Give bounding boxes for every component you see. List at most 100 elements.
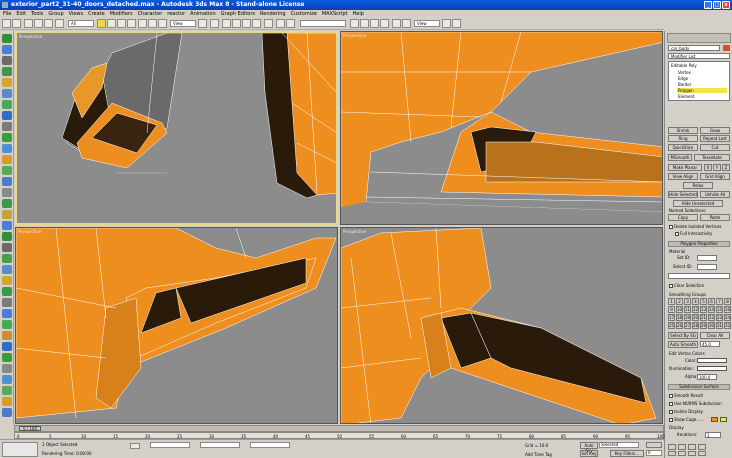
time-slider-thumb[interactable]: 0 / 100 (19, 426, 41, 431)
redo-icon[interactable] (12, 19, 21, 28)
tab-icon-30[interactable] (2, 353, 12, 362)
edit-named-selection-icon[interactable] (264, 19, 273, 28)
view-align-button[interactable]: View Align (668, 173, 698, 180)
unhide-all-button[interactable]: Unhide All (700, 191, 730, 198)
reference-coordinate-dropdown[interactable]: View (170, 20, 196, 27)
minimize-button[interactable]: _ (704, 1, 712, 9)
sg-button[interactable]: 23 (716, 314, 723, 321)
hide-unselected-button[interactable]: Hide Unselected (673, 200, 723, 207)
tab-icon-3[interactable] (2, 56, 12, 65)
viewport-label[interactable]: Perspective (18, 229, 41, 234)
tab-icon-2[interactable] (2, 45, 12, 54)
viewport-top-left[interactable]: Perspective (15, 31, 338, 225)
percent-snap-icon[interactable] (242, 19, 251, 28)
menu-help[interactable]: Help (352, 11, 363, 17)
window-crossing-icon[interactable] (127, 19, 136, 28)
use-nurms-checkbox[interactable]: Use NURMS Subdivision (669, 401, 722, 406)
playback-controls[interactable] (646, 442, 662, 448)
mirror-icon[interactable] (276, 19, 285, 28)
auto-smooth-threshold-field[interactable]: 45.0 (700, 341, 720, 347)
sg-button[interactable]: 16 (724, 306, 731, 313)
x-coord-field[interactable] (150, 442, 190, 448)
sg-button[interactable]: 10 (676, 306, 683, 313)
viewport-top-right[interactable]: Perspective (340, 31, 663, 225)
bind-spacewarp-icon[interactable] (44, 19, 53, 28)
copy-button[interactable]: Copy (668, 214, 698, 221)
tab-icon-19[interactable] (2, 232, 12, 241)
sg-button[interactable]: 22 (708, 314, 715, 321)
current-frame-field[interactable]: 0 (646, 450, 662, 456)
sg-button[interactable]: 9 (668, 306, 675, 313)
sg-button[interactable]: 8 (724, 298, 731, 305)
tab-icon-18[interactable] (2, 221, 12, 230)
sg-button[interactable]: 32 (724, 322, 731, 329)
clear-selection-checkbox[interactable]: Clear Selection (669, 283, 704, 288)
quick-render-icon[interactable] (402, 19, 411, 28)
tab-icon-25[interactable] (2, 298, 12, 307)
sg-button[interactable]: 25 (668, 322, 675, 329)
maximize-viewport-icon[interactable] (698, 451, 706, 456)
msmooth-button[interactable]: MSmooth (668, 154, 692, 161)
menu-character[interactable]: Character (138, 11, 163, 17)
smooth-result-checkbox[interactable]: Smooth Result (669, 393, 703, 398)
planar-x-button[interactable]: X (704, 164, 712, 171)
time-slider-track[interactable]: 0 / 100 (14, 425, 664, 432)
clear-all-button[interactable]: Clear All (700, 332, 730, 339)
shrink-button[interactable]: Shrink (668, 127, 698, 134)
menu-tools[interactable]: Tools (31, 11, 43, 17)
modifier-list-dropdown[interactable]: Modifier List (668, 53, 730, 59)
stack-item-vertex[interactable]: Vertex (678, 70, 691, 75)
lock-icon[interactable] (130, 443, 140, 449)
grow-button[interactable]: Grow (700, 127, 730, 134)
iterations-spinner[interactable]: 1 (705, 432, 721, 438)
tab-icon-13[interactable] (2, 166, 12, 175)
curve-editor-icon[interactable] (360, 19, 369, 28)
sg-button[interactable]: 29 (700, 322, 707, 329)
sg-button[interactable]: 5 (700, 298, 707, 305)
undo-icon[interactable] (2, 19, 11, 28)
menu-animation[interactable]: Animation (190, 11, 216, 17)
sg-button[interactable]: 19 (684, 314, 691, 321)
select-by-name-icon[interactable] (107, 19, 116, 28)
tab-icon-8[interactable] (2, 111, 12, 120)
sg-button[interactable]: 7 (716, 298, 723, 305)
tab-icon-26[interactable] (2, 309, 12, 318)
show-cage-checkbox[interactable]: Show Cage...... (669, 417, 704, 422)
viewport-label[interactable]: Perspective (343, 33, 366, 38)
polygon-properties-rollout[interactable]: Polygon Properties (668, 241, 730, 247)
tab-icon-10[interactable] (2, 133, 12, 142)
spinner-snap-icon[interactable] (252, 19, 261, 28)
menu-customize[interactable]: Customize (291, 11, 317, 17)
alpha-field[interactable]: 100.0 (697, 374, 717, 380)
region-select-icon[interactable] (117, 19, 126, 28)
sg-button[interactable]: 31 (716, 322, 723, 329)
vertex-color-swatch[interactable] (697, 358, 727, 363)
orbit-icon[interactable] (688, 451, 696, 456)
zoom-extents-all-icon[interactable] (698, 444, 706, 450)
key-filters-button[interactable]: Key Filters... (610, 450, 644, 457)
add-time-tag[interactable]: Add Time Tag (525, 452, 552, 457)
named-selection-sets-dropdown[interactable] (300, 20, 346, 27)
sg-button[interactable]: 1 (668, 298, 675, 305)
z-coord-field[interactable] (250, 442, 290, 448)
viewport-bottom-left[interactable]: Perspective (15, 227, 338, 424)
pivot-icon[interactable] (198, 19, 207, 28)
menu-rendering[interactable]: Rendering (260, 11, 286, 17)
modifier-stack[interactable]: Editable Poly Vertex Edge Border Polygon… (668, 61, 730, 101)
tab-icon-5[interactable] (2, 78, 12, 87)
tab-icon-4[interactable] (2, 67, 12, 76)
sg-button[interactable]: 18 (676, 314, 683, 321)
select-id-spinner[interactable] (697, 264, 717, 270)
menu-reactor[interactable]: reactor (167, 11, 185, 17)
render-last-icon[interactable] (442, 19, 451, 28)
sg-button[interactable]: 3 (684, 298, 691, 305)
object-color-swatch[interactable] (723, 45, 730, 51)
cage-color-swatch[interactable] (711, 417, 718, 422)
object-name-field[interactable]: car_body (668, 45, 720, 51)
tab-icon-29[interactable] (2, 342, 12, 351)
rotate-icon[interactable] (148, 19, 157, 28)
ring-button[interactable]: Ring (668, 135, 698, 142)
sg-button[interactable]: 2 (676, 298, 683, 305)
illumination-swatch[interactable] (697, 366, 727, 371)
schematic-view-icon[interactable] (370, 19, 379, 28)
